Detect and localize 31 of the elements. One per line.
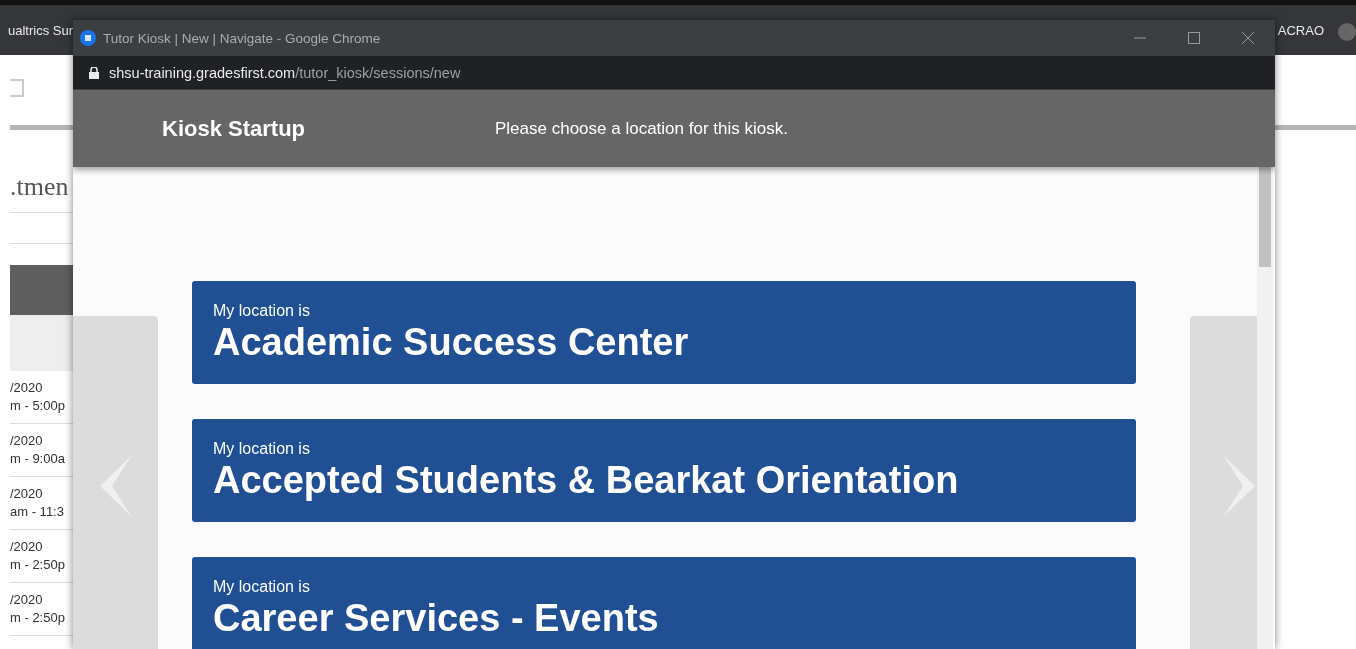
avatar-icon[interactable] <box>1338 23 1356 41</box>
lock-icon <box>89 66 99 79</box>
time-text: m - 2:50p <box>10 609 66 627</box>
address-field[interactable]: shsu-training.gradesfirst.com/tutor_kiosk/sessions/new <box>109 64 461 81</box>
maximize-icon <box>1188 32 1200 44</box>
date-text: /2020 <box>10 379 44 397</box>
next-button[interactable] <box>1190 316 1257 649</box>
date-text: /2020 <box>10 591 44 609</box>
date-text: /2020 <box>10 432 44 450</box>
building-icon <box>80 30 96 46</box>
close-icon <box>1242 32 1254 44</box>
time-text: am - 11:3 <box>10 503 65 521</box>
kiosk-title: Kiosk Startup <box>162 115 307 142</box>
bookmark-label[interactable]: ACRAO <box>1277 23 1324 38</box>
time-text: m - 9:00a <box>10 450 66 468</box>
browser-tab-title[interactable]: ualtrics Sur <box>8 23 74 38</box>
checkbox-icon <box>10 79 24 97</box>
time-text: m - 5:00p <box>10 397 66 415</box>
scrollbar[interactable] <box>1257 167 1273 649</box>
location-button[interactable]: My location is Career Services - Events <box>192 557 1136 649</box>
table-header-bar <box>10 265 74 315</box>
date-text: /2020 <box>10 485 44 503</box>
time-text: m - 2:50p <box>10 556 66 574</box>
previous-button[interactable] <box>73 316 158 649</box>
location-button[interactable]: My location is Accepted Students & Bearkat Orientation <box>192 419 1136 522</box>
location-button[interactable]: My location is Academic Success Center <box>192 281 1136 384</box>
instruction-text: Please choose a location for this kiosk. <box>495 118 788 139</box>
scroll-thumb[interactable] <box>1259 167 1271 267</box>
date-text: /2020 <box>10 538 44 556</box>
table-header-row <box>10 315 74 371</box>
window-title: Tutor Kiosk | New | Navigate - Google Chrome <box>103 30 382 46</box>
